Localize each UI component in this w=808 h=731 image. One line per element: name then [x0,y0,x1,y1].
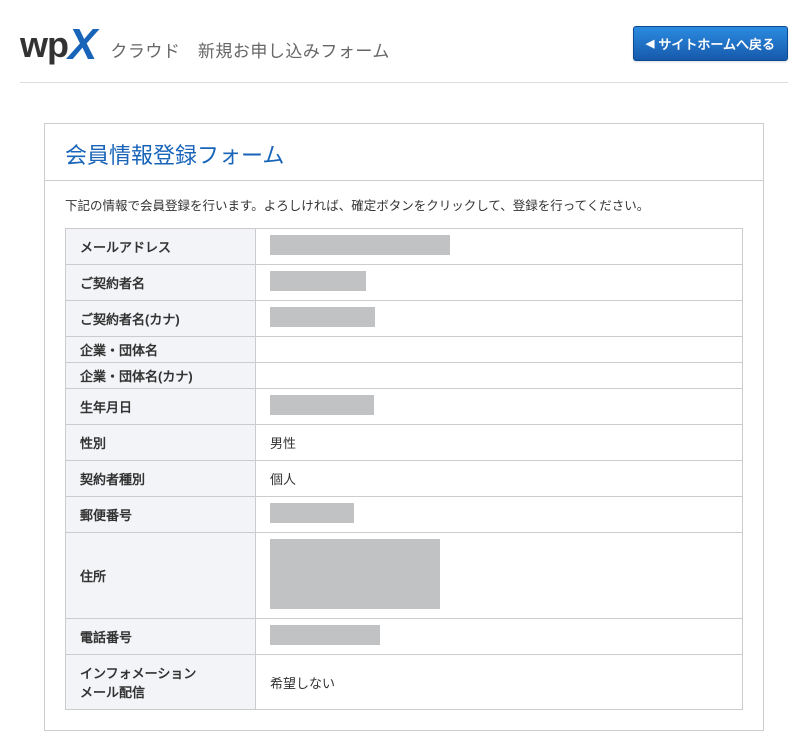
row-value [256,619,743,655]
back-arrow-icon: ◀ [646,37,654,50]
row-label: メールアドレス [66,229,256,265]
table-row: 郵便番号 [66,497,743,533]
table-row: ご契約者名(カナ) [66,301,743,337]
row-value [256,265,743,301]
row-value [256,363,743,389]
row-value [256,497,743,533]
row-label: インフォメーションメール配信 [66,655,256,710]
back-to-site-button[interactable]: ◀ サイトホームへ戻る [633,26,788,61]
back-button-label: サイトホームへ戻る [658,34,775,53]
registration-form-card: 会員情報登録フォーム 下記の情報で会員登録を行います。よろしければ、確定ボタンを… [44,123,764,731]
table-row: 住所 [66,533,743,619]
table-row: 性別男性 [66,425,743,461]
logo-x: X [68,20,96,70]
registration-data-table: メールアドレスご契約者名ご契約者名(カナ)企業・団体名企業・団体名(カナ)生年月… [65,228,743,710]
row-label: ご契約者名 [66,265,256,301]
row-value: 個人 [256,461,743,497]
row-label: 企業・団体名 [66,337,256,363]
redacted-value [270,539,440,609]
row-value [256,389,743,425]
redacted-value [270,395,374,415]
page-subtitle: クラウド 新規お申し込みフォーム [110,37,390,62]
row-label: 企業・団体名(カナ) [66,363,256,389]
logo: wpX [20,18,96,68]
logo-wp: wp [20,24,68,65]
redacted-value [270,307,375,327]
row-value: 男性 [256,425,743,461]
redacted-value [270,625,380,645]
redacted-value [270,503,354,523]
table-row: インフォメーションメール配信希望しない [66,655,743,710]
row-label: 住所 [66,533,256,619]
row-value [256,337,743,363]
brand-block: wpX クラウド 新規お申し込みフォーム [20,18,390,68]
table-row: 電話番号 [66,619,743,655]
redacted-value [270,271,366,291]
form-description: 下記の情報で会員登録を行います。よろしければ、確定ボタンをクリックして、登録を行… [45,181,763,228]
table-row: 企業・団体名(カナ) [66,363,743,389]
row-label: 生年月日 [66,389,256,425]
row-label: ご契約者名(カナ) [66,301,256,337]
row-label: 契約者種別 [66,461,256,497]
table-row: 生年月日 [66,389,743,425]
row-value [256,533,743,619]
row-value [256,229,743,265]
row-label: 電話番号 [66,619,256,655]
table-row: 契約者種別個人 [66,461,743,497]
row-value [256,301,743,337]
row-value: 希望しない [256,655,743,710]
table-row: ご契約者名 [66,265,743,301]
redacted-value [270,235,450,255]
page-header: wpX クラウド 新規お申し込みフォーム ◀ サイトホームへ戻る [20,18,788,68]
header-divider [20,82,788,83]
form-title: 会員情報登録フォーム [45,124,763,181]
row-label: 郵便番号 [66,497,256,533]
row-label: 性別 [66,425,256,461]
table-row: 企業・団体名 [66,337,743,363]
table-row: メールアドレス [66,229,743,265]
